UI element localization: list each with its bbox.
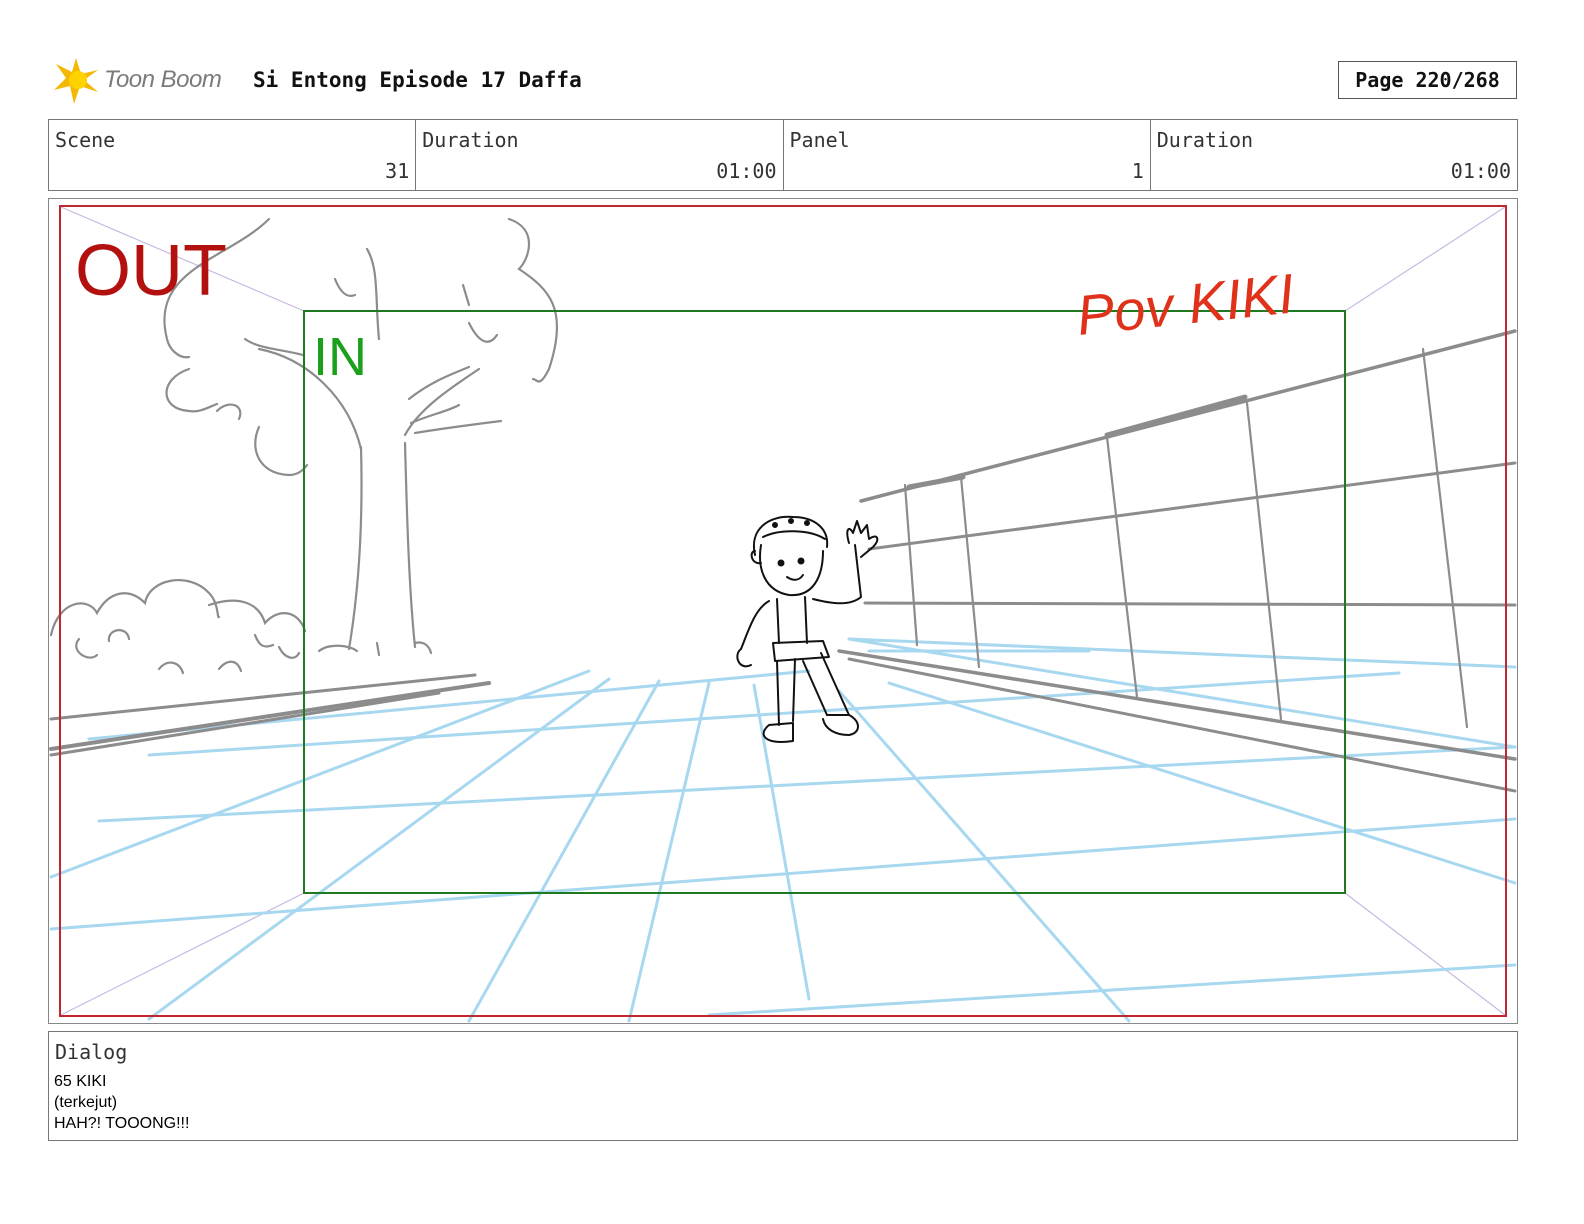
- dialog-line: (terkejut): [54, 1094, 118, 1111]
- panel-duration-label: Duration: [1156, 128, 1254, 152]
- out-frame: [59, 205, 1507, 1017]
- dialog-text: 65 KIKI (terkejut) HAH?! TOOONG!!!: [54, 1071, 189, 1134]
- panel-value: 1: [1131, 159, 1144, 183]
- panel-duration-cell: Duration 01:00: [1151, 120, 1517, 190]
- dialog-line: HAH?! TOOONG!!!: [54, 1115, 190, 1132]
- scene-info-row: Scene 31 Duration 01:00 Panel 1 Duration…: [48, 119, 1518, 191]
- panel-drawing: OUT IN Pov KIKI: [49, 205, 1517, 1023]
- logo-text: Toon Boom: [104, 66, 222, 93]
- panel-cell: Panel 1: [784, 120, 1151, 190]
- document-title: Si Entong Episode 17 Daffa: [253, 68, 582, 92]
- storyboard-panel: OUT IN Pov KIKI: [48, 198, 1518, 1024]
- scene-duration-label: Duration: [422, 128, 519, 152]
- in-frame-label: IN: [313, 327, 367, 387]
- out-frame-label: OUT: [75, 231, 227, 311]
- scene-value: 31: [385, 159, 410, 183]
- scene-label: Scene: [55, 128, 116, 152]
- dialog-label: Dialog: [55, 1040, 128, 1064]
- scene-cell: Scene 31: [49, 120, 417, 190]
- dialog-line: 65 KIKI: [54, 1073, 107, 1090]
- page-indicator: Page 220/268: [1338, 61, 1517, 99]
- scene-duration-value: 01:00: [716, 159, 777, 183]
- panel-label: Panel: [789, 128, 850, 152]
- pov-note: Pov KIKI: [1074, 262, 1297, 347]
- dialog-box: Dialog 65 KIKI (terkejut) HAH?! TOOONG!!…: [48, 1031, 1518, 1141]
- scene-duration-cell: Duration 01:00: [416, 120, 784, 190]
- panel-duration-value: 01:00: [1450, 159, 1511, 183]
- background-sketch: [49, 217, 1517, 793]
